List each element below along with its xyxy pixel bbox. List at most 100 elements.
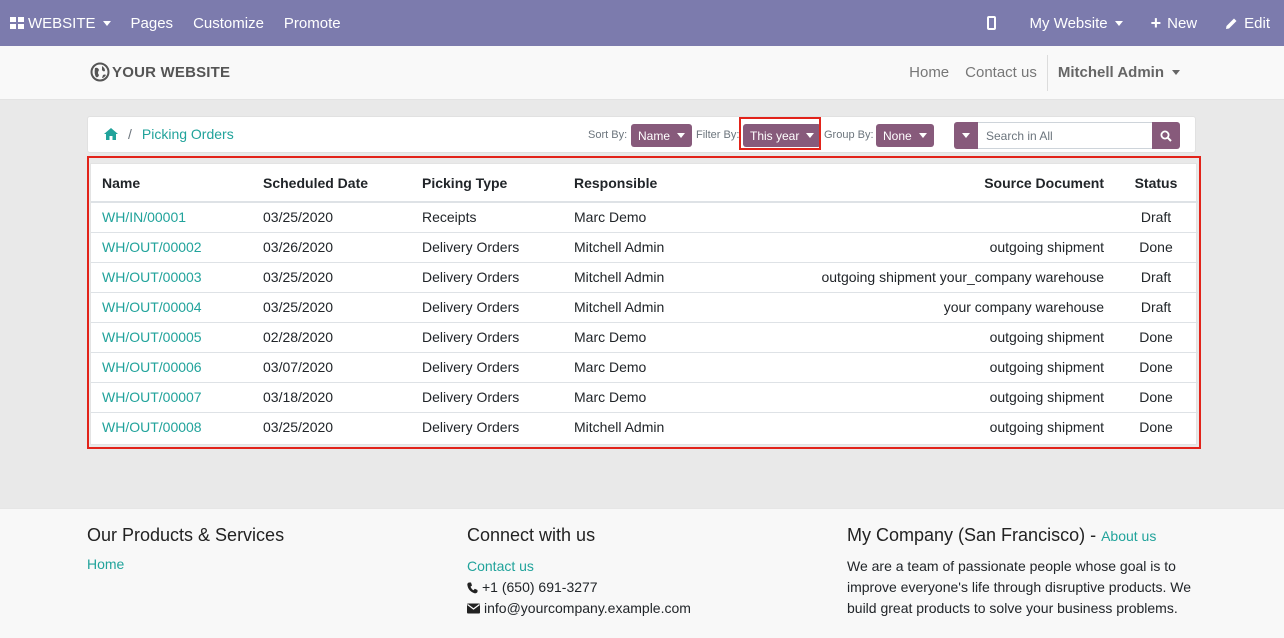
cell-status: Done xyxy=(1114,351,1198,382)
cell-name: WH/OUT/00008 xyxy=(91,411,252,442)
cell-picking-type: Receipts xyxy=(422,209,477,226)
cell-status: Done xyxy=(1114,231,1198,262)
search-filter-dropdown[interactable] xyxy=(954,122,978,149)
cell-responsible: Marc Demo xyxy=(563,351,763,382)
cell-source-document: outgoing shipment xyxy=(763,381,1114,412)
cell-picking-type: Delivery Orders xyxy=(411,261,563,292)
order-link[interactable]: WH/OUT/00006 xyxy=(102,359,202,375)
chevron-down-icon xyxy=(1172,70,1180,75)
cell-status: Done xyxy=(1114,321,1198,352)
nav-divider xyxy=(1046,54,1048,91)
globe-icon xyxy=(90,62,110,82)
my-website-menu[interactable]: My Website xyxy=(1020,0,1141,46)
order-link[interactable]: WH/IN/00001 xyxy=(102,209,186,225)
cell-source-document: outgoing shipment xyxy=(763,321,1114,352)
cell-responsible: Marc Demo xyxy=(574,209,647,226)
cell-name: WH/OUT/00006 xyxy=(91,351,252,382)
cell-status: Draft xyxy=(1114,261,1198,292)
cell-name: WH/OUT/00004 xyxy=(91,291,252,322)
nav-home[interactable]: Home xyxy=(901,64,957,81)
filter-highlight-box xyxy=(739,117,821,150)
cell-scheduled-date: 03/25/2020 xyxy=(252,291,411,322)
cell-name: WH/OUT/00007 xyxy=(91,381,252,412)
picking-orders-table: Name Scheduled Date Picking Type Respons… xyxy=(91,164,1198,442)
table-header-row: Name Scheduled Date Picking Type Respons… xyxy=(91,164,1198,203)
table-row[interactable]: WH/OUT/00002 03/26/2020 Delivery Orders Mit… xyxy=(91,231,1198,262)
pages-menu[interactable]: Pages xyxy=(121,0,184,46)
group-label: Group By: xyxy=(824,129,874,141)
home-icon[interactable] xyxy=(104,128,118,140)
footer-products: Our Products & Services Home xyxy=(87,525,284,572)
footer-home-link[interactable]: Home xyxy=(87,556,284,572)
col-responsible: Responsible xyxy=(563,164,763,203)
chevron-down-icon xyxy=(962,133,970,138)
cell-source-document: outgoing shipment your_company warehouse xyxy=(763,261,1114,292)
order-link[interactable]: WH/OUT/00002 xyxy=(102,239,202,255)
search-button[interactable] xyxy=(1152,122,1180,149)
cell-scheduled-date: 03/25/2020 xyxy=(252,261,411,292)
customize-menu[interactable]: Customize xyxy=(183,0,274,46)
cell-picking-type: Delivery Orders xyxy=(411,321,563,352)
pencil-icon xyxy=(1225,17,1238,30)
envelope-icon xyxy=(467,603,480,614)
cell-name: WH/IN/00001 xyxy=(91,202,252,232)
order-link[interactable]: WH/OUT/00003 xyxy=(102,269,202,285)
nav-contact-us[interactable]: Contact us xyxy=(957,64,1045,81)
col-name: Name xyxy=(91,164,252,203)
order-link[interactable]: WH/OUT/00004 xyxy=(102,299,202,315)
col-picking-type: Picking Type xyxy=(411,164,563,203)
footer-company: My Company (San Francisco) - About us We… xyxy=(847,525,1197,619)
mobile-preview-button[interactable] xyxy=(977,0,1020,46)
filter-label: Filter By: xyxy=(696,129,740,141)
table-row[interactable]: WH/OUT/00005 02/28/2020 Delivery Orders Mar… xyxy=(91,321,1198,352)
cell-responsible: Marc Demo xyxy=(563,381,763,412)
table-highlight-box: Name Scheduled Date Picking Type Respons… xyxy=(87,156,1201,449)
sort-dropdown[interactable]: Name xyxy=(631,124,693,147)
cell-picking-type: Delivery Orders xyxy=(411,291,563,322)
site-header: YOUR WEBSITE Home Contact us Mitchell Ad… xyxy=(0,46,1284,100)
footer-products-title: Our Products & Services xyxy=(87,525,285,545)
footer-connect-title: Connect with us xyxy=(467,525,596,545)
footer-company-title: My Company (San Francisco) - About us xyxy=(847,525,1157,545)
cell-picking-type: Delivery Orders xyxy=(411,411,563,442)
footer-email: info@yourcompany.example.com xyxy=(467,598,691,619)
order-link[interactable]: WH/OUT/00005 xyxy=(102,329,202,345)
website-menu[interactable]: WEBSITE xyxy=(0,0,121,46)
cell-source-document: your company warehouse xyxy=(763,291,1114,322)
site-footer: Our Products & Services Home Connect wit… xyxy=(0,508,1284,638)
cell-status: Draft xyxy=(1140,209,1172,226)
cell-scheduled-date: 03/07/2020 xyxy=(252,351,411,382)
chevron-down-icon xyxy=(1114,20,1123,26)
table-row[interactable]: WH/OUT/00006 03/07/2020 Delivery Orders Mar… xyxy=(91,351,1198,382)
cell-responsible: Mitchell Admin xyxy=(563,261,763,292)
cell-responsible: Marc Demo xyxy=(563,321,763,352)
footer-about-link[interactable]: About us xyxy=(1101,528,1156,544)
breadcrumb-bar: / Picking Orders Sort By: Name Filter By… xyxy=(87,116,1196,153)
order-link[interactable]: WH/OUT/00007 xyxy=(102,389,202,405)
cell-scheduled-date: 03/26/2020 xyxy=(252,231,411,262)
table-row[interactable]: WH/IN/00001 03/25/2020 Receipts Marc Demo Dr… xyxy=(91,202,1198,232)
cell-responsible: Mitchell Admin xyxy=(563,411,763,442)
cell-status: Done xyxy=(1114,411,1198,442)
edit-button[interactable]: Edit xyxy=(1215,0,1284,46)
table-row[interactable]: WH/OUT/00004 03/25/2020 Delivery Orders Mit… xyxy=(91,291,1198,322)
footer-connect: Connect with us Contact us +1 (650) 691-… xyxy=(467,525,691,619)
main-nav: Home Contact us Mitchell Admin xyxy=(901,46,1188,99)
order-link[interactable]: WH/OUT/00008 xyxy=(102,419,202,435)
search-input[interactable] xyxy=(978,122,1152,149)
cell-picking-type: Delivery Orders xyxy=(411,351,563,382)
promote-menu[interactable]: Promote xyxy=(274,0,351,46)
site-logo[interactable]: YOUR WEBSITE xyxy=(90,62,230,82)
breadcrumb-current[interactable]: Picking Orders xyxy=(142,126,234,142)
cell-status: Draft xyxy=(1114,291,1198,322)
user-menu[interactable]: Mitchell Admin xyxy=(1050,64,1188,81)
table-row[interactable]: WH/OUT/00007 03/18/2020 Delivery Orders Mar… xyxy=(91,381,1198,412)
group-dropdown[interactable]: None xyxy=(876,124,934,147)
cell-status: Done xyxy=(1114,381,1198,412)
new-button[interactable]: + New xyxy=(1141,0,1216,46)
cell-name: WH/OUT/00003 xyxy=(91,261,252,292)
table-row[interactable]: WH/OUT/00008 03/25/2020 Delivery Orders Mit… xyxy=(91,411,1198,442)
admin-topbar: WEBSITE Pages Customize Promote My Websi… xyxy=(0,0,1284,46)
table-row[interactable]: WH/OUT/00003 03/25/2020 Delivery Orders Mit… xyxy=(91,261,1198,292)
footer-contact-link[interactable]: Contact us xyxy=(467,556,691,577)
